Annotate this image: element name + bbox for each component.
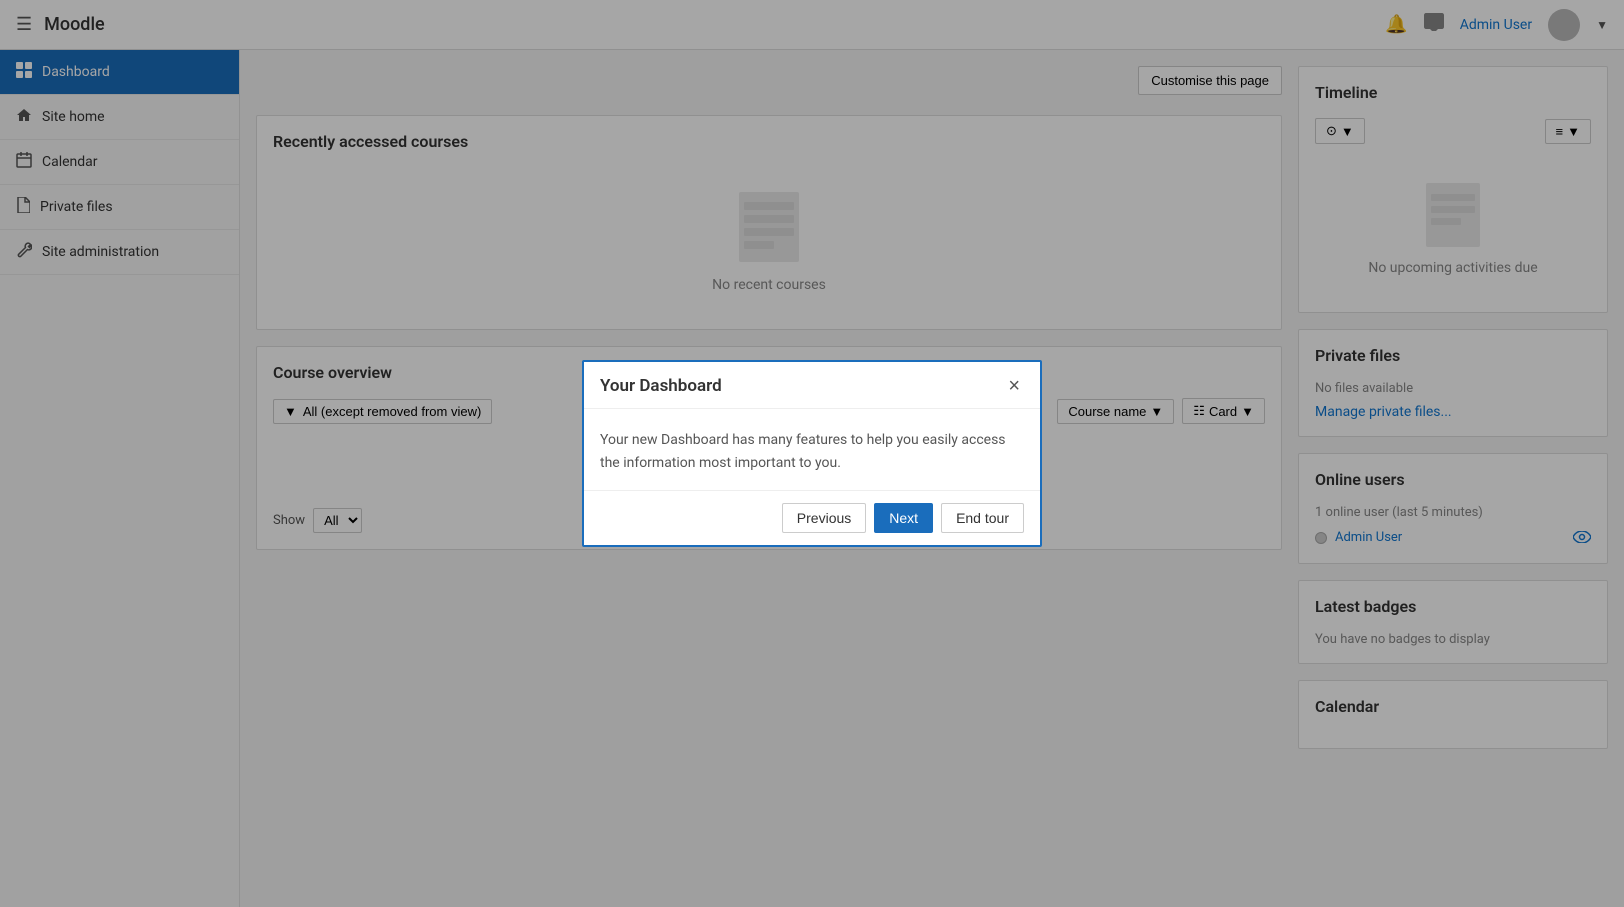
next-button[interactable]: Next (874, 503, 933, 533)
modal-close-button[interactable]: × (1004, 376, 1024, 396)
previous-button[interactable]: Previous (782, 503, 866, 533)
modal-overlay[interactable]: Your Dashboard × Your new Dashboard has … (0, 0, 1624, 907)
tour-modal: Your Dashboard × Your new Dashboard has … (582, 360, 1042, 547)
end-tour-button[interactable]: End tour (941, 503, 1024, 533)
modal-body-text: Your new Dashboard has many features to … (600, 429, 1024, 474)
modal-body: Your new Dashboard has many features to … (584, 409, 1040, 490)
modal-header: Your Dashboard × (584, 362, 1040, 409)
modal-footer: Previous Next End tour (584, 490, 1040, 545)
modal-title: Your Dashboard (600, 376, 722, 396)
